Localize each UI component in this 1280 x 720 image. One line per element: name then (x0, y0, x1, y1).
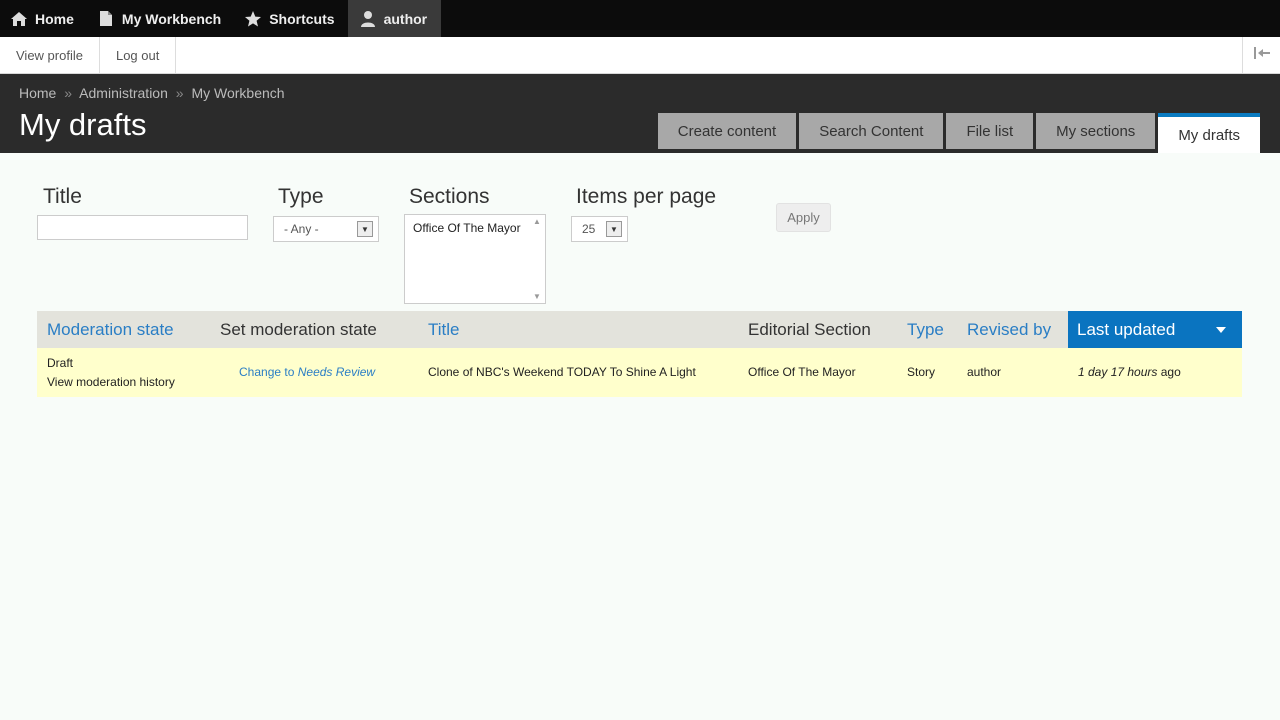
breadcrumb: Home » Administration » My Workbench (19, 85, 285, 101)
tab-create-content[interactable]: Create content (657, 113, 797, 149)
tray-orientation-toggle[interactable] (1242, 37, 1280, 73)
column-last-updated-label: Last updated (1077, 319, 1176, 339)
table-header: Moderation state Set moderation state Ti… (37, 311, 1242, 348)
breadcrumb-home[interactable]: Home (19, 85, 56, 101)
toolbar-user[interactable]: author (347, 0, 442, 37)
type-filter-select[interactable]: - Any - ▼ (273, 216, 379, 242)
items-per-page-label: Items per page (576, 185, 717, 208)
primary-tabs: Create content Search Content File list … (657, 113, 1260, 153)
sections-option[interactable]: Office Of The Mayor (413, 221, 537, 235)
user-tray: View profile Log out (0, 37, 1280, 74)
breadcrumb-administration[interactable]: Administration (79, 85, 168, 101)
view-moderation-history-link[interactable]: View moderation history (47, 375, 175, 389)
items-per-page-value: 25 (582, 222, 596, 236)
toolbar-user-label: author (383, 10, 428, 27)
editorial-section: Office Of The Mayor (748, 365, 856, 379)
home-icon (9, 9, 29, 29)
star-icon (243, 9, 263, 29)
chevron-down-icon: ▼ (357, 221, 373, 237)
table-row: Draft View moderation history Change to … (37, 348, 1242, 397)
toolbar-shortcuts-label: Shortcuts (269, 10, 335, 27)
column-title[interactable]: Title (428, 311, 460, 348)
drafts-table: Moderation state Set moderation state Ti… (37, 311, 1242, 397)
column-set-moderation-state: Set moderation state (220, 319, 377, 339)
log-out-link[interactable]: Log out (100, 37, 177, 73)
tab-file-list[interactable]: File list (946, 113, 1034, 149)
sort-desc-icon (1216, 327, 1226, 333)
title-filter-label: Title (43, 185, 82, 208)
column-moderation-state[interactable]: Moderation state (47, 311, 174, 348)
page-header: Home » Administration » My Workbench My … (0, 74, 1280, 153)
sections-filter-select[interactable]: Office Of The Mayor ▲ ▼ (404, 214, 546, 304)
change-state-link[interactable]: Change to Needs Review (239, 365, 375, 379)
sections-filter-label: Sections (409, 185, 490, 208)
chevron-down-icon: ▼ (606, 221, 622, 237)
last-updated-time: 1 day 17 hours (1078, 365, 1158, 379)
breadcrumb-separator: » (175, 85, 184, 101)
toolbar-shortcuts[interactable]: Shortcuts (234, 0, 347, 37)
admin-toolbar: Home My Workbench Shortcuts author (0, 0, 1280, 37)
column-editorial-section: Editorial Section (748, 319, 871, 339)
view-profile-link[interactable]: View profile (0, 37, 100, 73)
type-filter-value: - Any - (284, 222, 319, 236)
tab-my-sections[interactable]: My sections (1036, 113, 1156, 149)
column-revised-by[interactable]: Revised by (967, 311, 1051, 348)
user-icon (358, 9, 378, 29)
toolbar-home-label: Home (35, 10, 74, 27)
toolbar-workbench-label: My Workbench (121, 10, 222, 27)
document-icon (96, 9, 116, 29)
toolbar-home[interactable]: Home (0, 0, 87, 37)
tab-my-drafts[interactable]: My drafts (1158, 113, 1260, 153)
scrollbar[interactable]: ▲ ▼ (531, 217, 543, 301)
change-state-target: Needs Review (297, 365, 376, 379)
revised-by: author (967, 365, 1002, 379)
scroll-down-icon: ▼ (533, 292, 541, 301)
content-type: Story (907, 365, 936, 379)
node-title-link[interactable]: Clone of NBC's Weekend TODAY To Shine A … (428, 365, 696, 379)
column-last-updated[interactable]: Last updated (1068, 311, 1242, 348)
page-title: My drafts (19, 107, 147, 142)
type-filter-label: Type (278, 185, 324, 208)
breadcrumb-separator: » (64, 85, 73, 101)
toolbar-workbench[interactable]: My Workbench (87, 0, 234, 37)
change-state-prefix: Change to (239, 365, 295, 379)
last-updated: 1 day 17 hours ago (1078, 365, 1181, 379)
scroll-up-icon: ▲ (533, 217, 541, 226)
title-filter-input[interactable] (37, 215, 248, 240)
last-updated-suffix: ago (1160, 365, 1181, 379)
breadcrumb-workbench[interactable]: My Workbench (191, 85, 284, 101)
items-per-page-select[interactable]: 25 ▼ (571, 216, 628, 242)
apply-button[interactable]: Apply (776, 203, 831, 232)
tab-search-content[interactable]: Search Content (799, 113, 944, 149)
moderation-state: Draft (47, 356, 74, 370)
collapse-left-icon (1253, 46, 1271, 65)
column-type[interactable]: Type (907, 311, 944, 348)
